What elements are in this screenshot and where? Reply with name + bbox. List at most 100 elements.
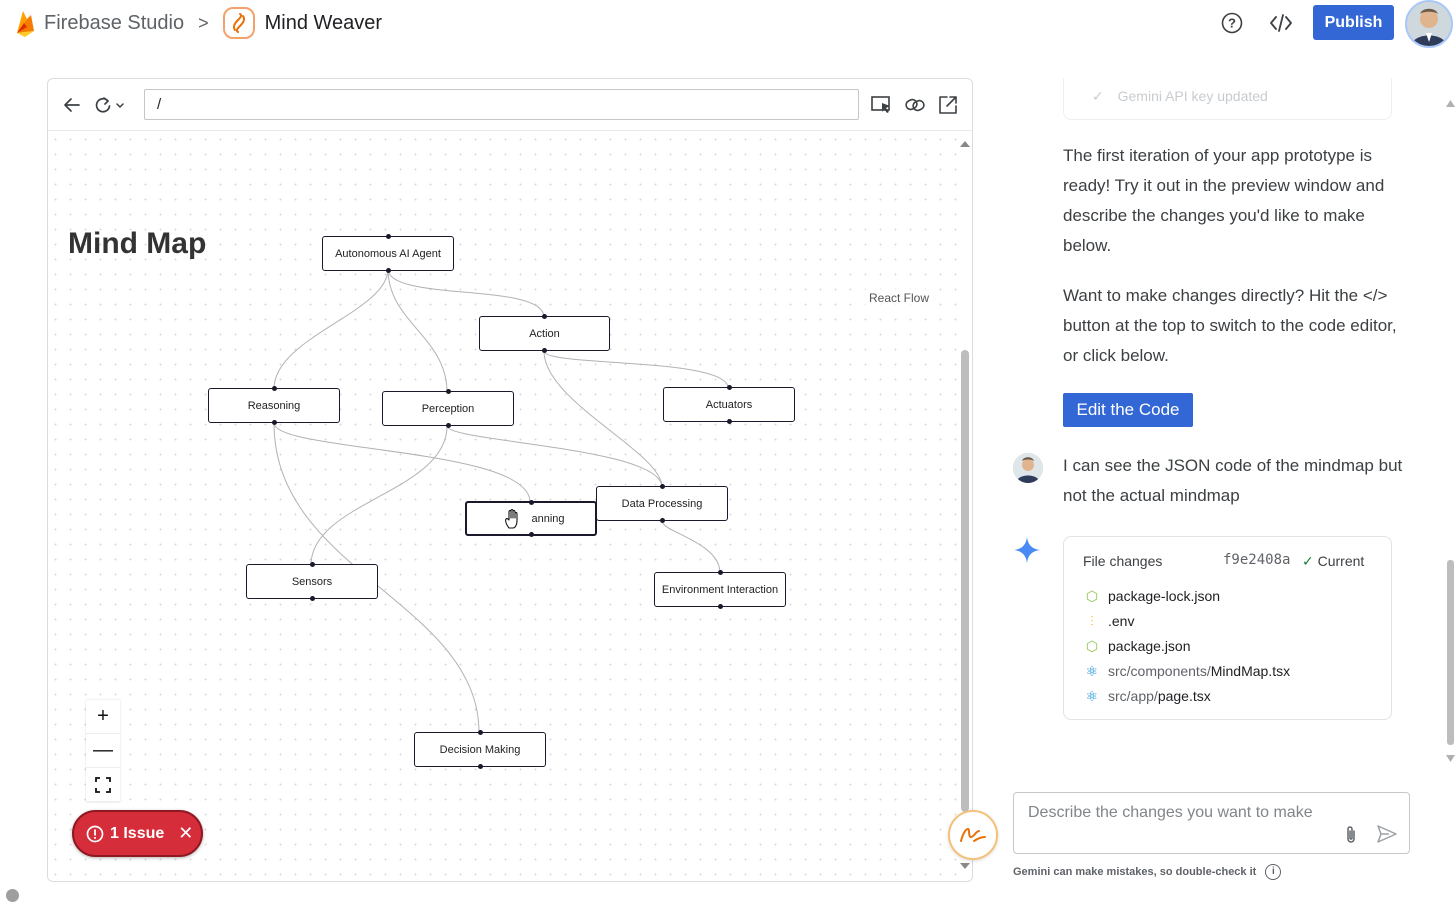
edge-reasoning-planning: [273, 422, 531, 503]
node-handle-top[interactable]: [528, 500, 534, 505]
zoom-in-button[interactable]: +: [86, 700, 120, 734]
open-external-icon[interactable]: [936, 93, 960, 117]
node-handle-top[interactable]: [271, 386, 277, 391]
node-label: Decision Making: [439, 743, 521, 756]
help-circle-icon[interactable]: ?: [1216, 8, 1248, 38]
url-input[interactable]: /: [144, 89, 859, 120]
node-label: Sensors: [291, 575, 333, 588]
file-item[interactable]: ⚛ src/app/page.tsx: [1083, 686, 1211, 706]
fit-view-button[interactable]: [86, 768, 120, 802]
node-label: Perception: [421, 402, 475, 415]
node-handle-bottom[interactable]: [717, 604, 723, 609]
prompt-input-box: [1013, 792, 1410, 854]
node-handle-top[interactable]: [717, 570, 723, 575]
node-perception[interactable]: Perception: [382, 389, 514, 428]
scrollbar-thumb[interactable]: [961, 350, 969, 812]
node-handle-top[interactable]: [385, 234, 391, 239]
node-environment-interaction[interactable]: Environment Interaction: [654, 570, 786, 609]
preview-panel: / Mind Map React Flow Autonomous AI Agen…: [47, 78, 973, 882]
back-arrow-icon[interactable]: [60, 93, 84, 117]
inspect-icon[interactable]: [870, 93, 894, 117]
node-handle-bottom[interactable]: [385, 268, 391, 273]
info-icon[interactable]: i: [1265, 864, 1282, 880]
preview-toolbar: /: [48, 79, 972, 131]
edge-data-env: [661, 520, 721, 574]
send-icon[interactable]: [1377, 825, 1397, 843]
scrollbar-thumb[interactable]: [1447, 560, 1454, 745]
react-flow-attribution[interactable]: React Flow: [865, 289, 934, 307]
node-label: Environment Interaction: [661, 583, 779, 596]
node-handle-top[interactable]: [445, 389, 451, 394]
issues-badge[interactable]: 1 Issue ✕: [72, 810, 203, 857]
status-dot: [6, 889, 19, 902]
link-icon[interactable]: [903, 93, 927, 117]
node-handle-bottom[interactable]: [271, 420, 277, 425]
flow-controls: + —: [86, 700, 120, 802]
node-handle-bottom[interactable]: [477, 764, 483, 769]
preview-scrollbar[interactable]: [957, 132, 972, 881]
file-item[interactable]: ⬡ package-lock.json: [1083, 586, 1220, 606]
app-name[interactable]: Firebase Studio: [44, 12, 184, 35]
node-handle-bottom[interactable]: [445, 423, 451, 428]
file-changes-card: File changes f9e2408a ✓ Current ⬡ packag…: [1063, 536, 1392, 720]
edge-perception-data: [446, 425, 663, 488]
node-label: Autonomous AI Agent: [335, 247, 441, 260]
node-decision-making[interactable]: Decision Making: [414, 730, 546, 769]
node-handle-bottom[interactable]: [309, 596, 315, 601]
publish-button[interactable]: Publish: [1313, 5, 1394, 40]
commit-hash[interactable]: f9e2408a: [1223, 552, 1290, 568]
scroll-down-icon[interactable]: [960, 862, 970, 870]
node-handle-top[interactable]: [659, 484, 665, 489]
node-handle-bottom[interactable]: [659, 518, 665, 523]
code-icon[interactable]: [1265, 8, 1297, 38]
node-planning[interactable]: anning: [465, 500, 597, 537]
node-handle-bottom[interactable]: [542, 348, 547, 353]
user-message: I can see the JSON code of the mindmap b…: [1063, 456, 1403, 505]
fit-view-icon: [95, 776, 111, 793]
node-handle-bottom[interactable]: [528, 532, 534, 537]
file-item[interactable]: ⬡ package.json: [1083, 636, 1191, 656]
node-autonomous-ai-agent[interactable]: Autonomous AI Agent: [322, 234, 454, 273]
node-handle-top[interactable]: [726, 385, 732, 390]
node-action[interactable]: Action: [479, 314, 610, 353]
issues-label: 1 Issue: [110, 824, 165, 842]
zoom-out-button[interactable]: —: [86, 734, 120, 768]
scroll-up-icon[interactable]: [960, 140, 970, 148]
scroll-down-icon[interactable]: [1446, 755, 1455, 762]
assistant-message: Want to make changes directly? Hit the <…: [1063, 281, 1403, 371]
chat-scrollbar[interactable]: [1445, 95, 1456, 765]
top-bar: Firebase Studio > Mind Weaver ? Publish: [0, 0, 1456, 48]
edge-agent-perception: [387, 268, 448, 393]
studio-logo-icon: [960, 827, 986, 842]
edit-code-button[interactable]: Edit the Code: [1063, 393, 1193, 427]
prompt-input[interactable]: [1028, 801, 1338, 849]
file-item[interactable]: ⚛ src/components/MindMap.tsx: [1083, 661, 1290, 681]
react-file-icon: ⚛: [1085, 662, 1099, 679]
scroll-up-icon[interactable]: [1446, 100, 1455, 107]
node-handle-top[interactable]: [477, 730, 483, 735]
firebase-assistant-button[interactable]: [948, 810, 998, 860]
gemini-sparkle-icon: [1013, 536, 1041, 571]
current-status: ✓ Current: [1302, 553, 1364, 570]
env-file-icon: ⫶: [1090, 612, 1094, 629]
node-handle-top[interactable]: [309, 562, 315, 567]
node-data-processing[interactable]: Data Processing: [596, 484, 728, 523]
message-text: button at the top to switch to the code …: [1063, 316, 1397, 365]
node-handle-bottom[interactable]: [726, 419, 732, 424]
assistant-message: The first iteration of your app prototyp…: [1063, 146, 1385, 255]
check-icon: ✓: [1092, 88, 1104, 104]
reload-icon[interactable]: [92, 93, 132, 117]
close-icon[interactable]: ✕: [178, 823, 193, 844]
node-sensors[interactable]: Sensors: [246, 562, 378, 601]
avatar[interactable]: [1405, 0, 1453, 48]
attach-icon[interactable]: [1344, 825, 1358, 845]
code-icon-inline: </>: [1362, 286, 1388, 305]
node-handle-top[interactable]: [542, 314, 547, 319]
user-avatar: [1013, 453, 1043, 483]
node-actuators[interactable]: Actuators: [663, 385, 795, 424]
svg-text:?: ?: [1228, 16, 1236, 31]
mindmap-canvas[interactable]: Mind Map React Flow Autonomous AI Agent …: [48, 132, 958, 881]
node-reasoning[interactable]: Reasoning: [208, 386, 340, 425]
file-item[interactable]: ⫶ .env: [1083, 611, 1134, 631]
project-name[interactable]: Mind Weaver: [265, 12, 382, 35]
